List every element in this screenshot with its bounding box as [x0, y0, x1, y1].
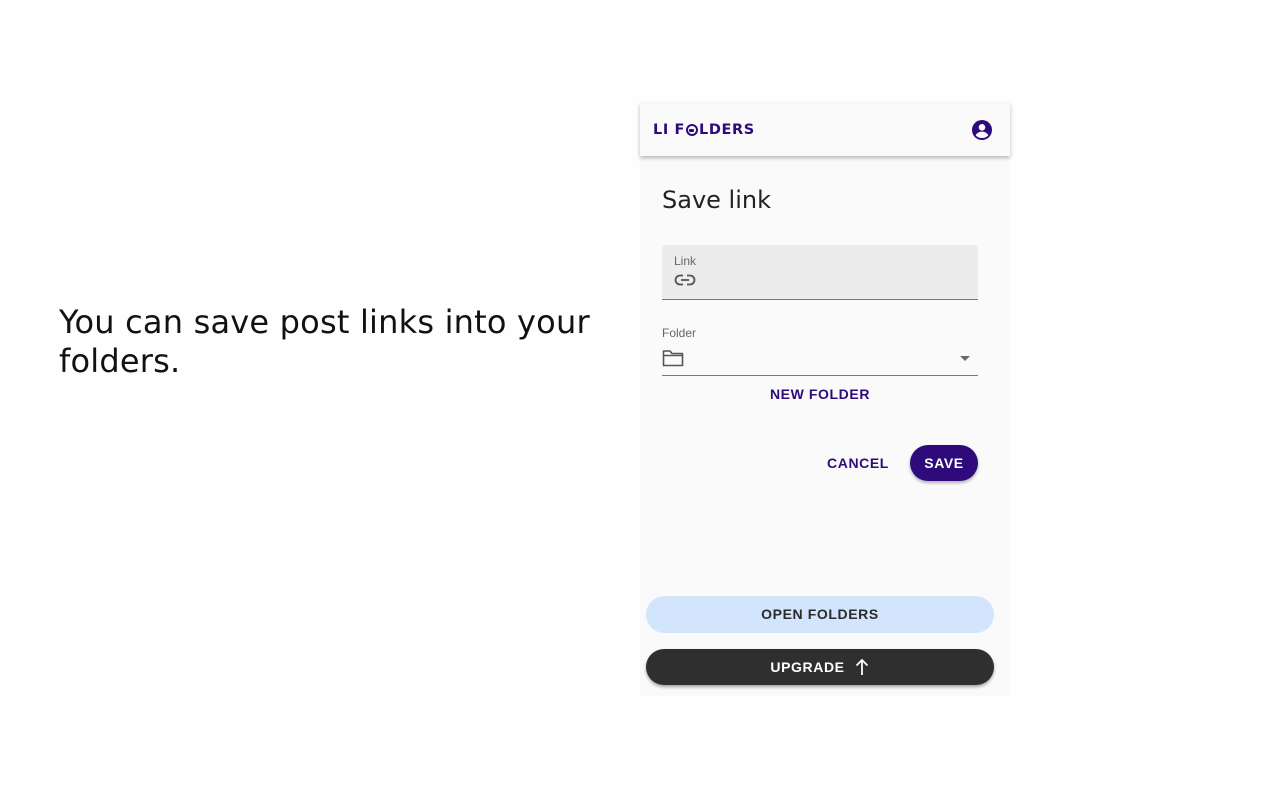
form-title: Save link — [662, 186, 771, 214]
chevron-down-icon — [960, 356, 970, 361]
link-field[interactable]: Link — [662, 245, 978, 300]
logo-folder-o-mark — [686, 123, 698, 136]
folder-icon — [662, 350, 684, 367]
account-circle-icon — [972, 120, 992, 140]
save-button[interactable]: SAVE — [910, 445, 978, 481]
link-input[interactable] — [706, 271, 970, 293]
new-folder-button[interactable]: NEW FOLDER — [662, 384, 978, 404]
page: You can save post links into your folder… — [0, 0, 1280, 800]
arrow-up-icon — [855, 658, 868, 675]
logo-text-start: LI F — [653, 121, 685, 138]
open-folders-button[interactable]: OPEN FOLDERS — [646, 596, 994, 633]
upgrade-label: UPGRADE — [770, 659, 845, 675]
extension-popup: LI F LDERS Save link Link Folder NEW FOL… — [640, 103, 1010, 696]
folder-select[interactable]: Folder — [662, 323, 978, 376]
link-icon — [674, 274, 696, 286]
promo-text: You can save post links into your folder… — [59, 303, 590, 380]
cancel-button[interactable]: CANCEL — [822, 445, 894, 481]
app-logo: LI F LDERS — [653, 121, 755, 138]
logo-text-end: LDERS — [699, 121, 755, 138]
app-header: LI F LDERS — [640, 103, 1010, 156]
link-field-label: Link — [674, 254, 697, 268]
upgrade-button[interactable]: UPGRADE — [646, 649, 994, 685]
folder-field-label: Folder — [662, 326, 697, 340]
account-button[interactable] — [970, 118, 994, 142]
